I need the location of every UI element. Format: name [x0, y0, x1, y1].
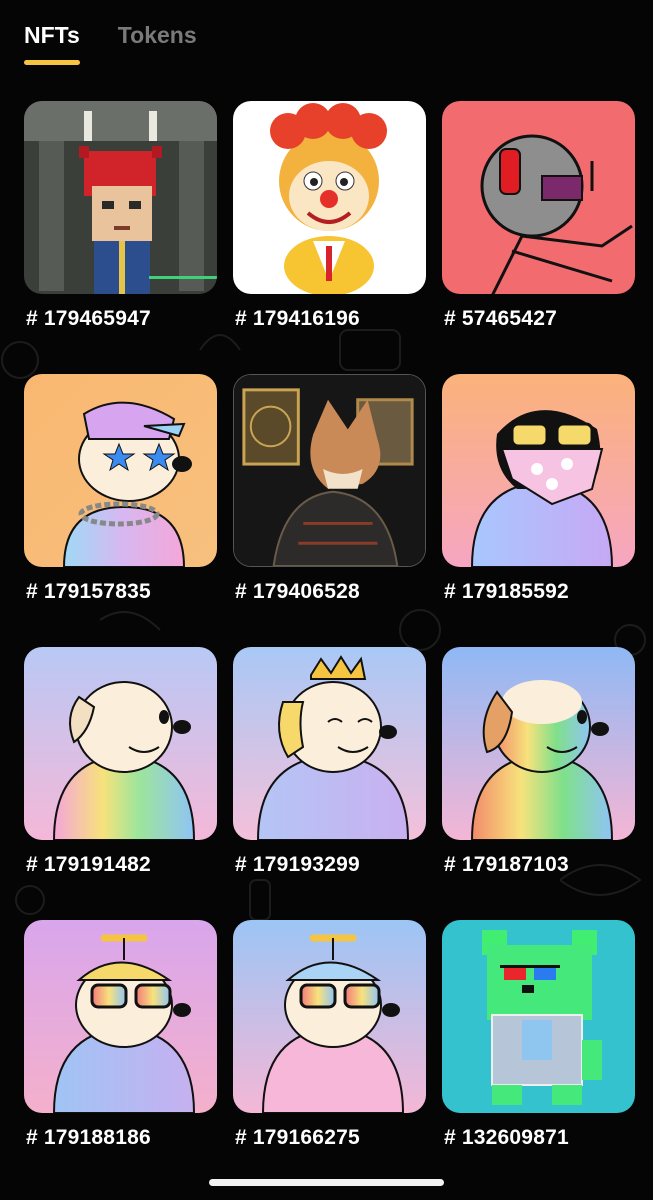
nft-id: # 179157835: [26, 580, 151, 603]
nft-card[interactable]: # 179465947: [24, 101, 217, 330]
nft-id: # 179193299: [235, 853, 360, 876]
nft-card[interactable]: # 179416196: [233, 101, 426, 330]
nft-grid: # 179465947 # 179416196 # 57465427 # 179…: [24, 101, 635, 1149]
nft-id: # 179406528: [235, 580, 360, 603]
tab-tokens[interactable]: Tokens: [118, 22, 197, 65]
nft-card[interactable]: # 179187103: [442, 647, 635, 876]
nft-card[interactable]: # 179406528: [233, 374, 426, 603]
nft-id: # 179187103: [444, 853, 569, 876]
nft-image-stick-figure: [442, 101, 635, 294]
tab-bar: NFTs Tokens: [24, 22, 197, 65]
nft-image-dog-bandana: [442, 374, 635, 567]
nft-image-dog-propeller-pink: [233, 920, 426, 1113]
nft-image-dog-star-glasses: [24, 374, 217, 567]
nft-card[interactable]: # 179185592: [442, 374, 635, 603]
nft-id: # 179188186: [26, 1126, 151, 1149]
nft-id: # 179185592: [444, 580, 569, 603]
nft-image-green-pixel-bear: [442, 920, 635, 1113]
nft-card[interactable]: # 132609871: [442, 920, 635, 1149]
nft-card[interactable]: # 57465427: [442, 101, 635, 330]
nft-image-dog-propeller-glasses: [24, 920, 217, 1113]
active-tab-indicator: [24, 60, 80, 65]
tab-nfts-label: NFTs: [24, 22, 80, 48]
nft-image-dog-rainbow-hoodie: [24, 647, 217, 840]
nft-gallery-screen: NFTs Tokens # 179465947 # 179416196 # 57…: [0, 0, 653, 1200]
home-indicator[interactable]: [209, 1179, 444, 1186]
nft-id: # 179191482: [26, 853, 151, 876]
nft-card[interactable]: # 179191482: [24, 647, 217, 876]
nft-image-clown-mascot: [233, 101, 426, 294]
nft-card[interactable]: # 179157835: [24, 374, 217, 603]
nft-card[interactable]: # 179193299: [233, 647, 426, 876]
nft-id: # 132609871: [444, 1126, 569, 1149]
nft-card[interactable]: # 179166275: [233, 920, 426, 1149]
nft-image-dog-rainbow-face: [442, 647, 635, 840]
tab-nfts[interactable]: NFTs: [24, 22, 80, 65]
nft-image-shiba-samurai: [233, 374, 426, 567]
nft-card[interactable]: # 179188186: [24, 920, 217, 1149]
bottom-fade: [0, 1150, 653, 1200]
tab-tokens-label: Tokens: [117, 22, 197, 48]
nft-id: # 179166275: [235, 1126, 360, 1149]
nft-image-pixel-devil: [24, 101, 217, 294]
nft-id: # 179416196: [235, 307, 360, 330]
nft-image-dog-crown: [233, 647, 426, 840]
nft-id: # 179465947: [26, 307, 151, 330]
nft-id: # 57465427: [444, 307, 557, 330]
